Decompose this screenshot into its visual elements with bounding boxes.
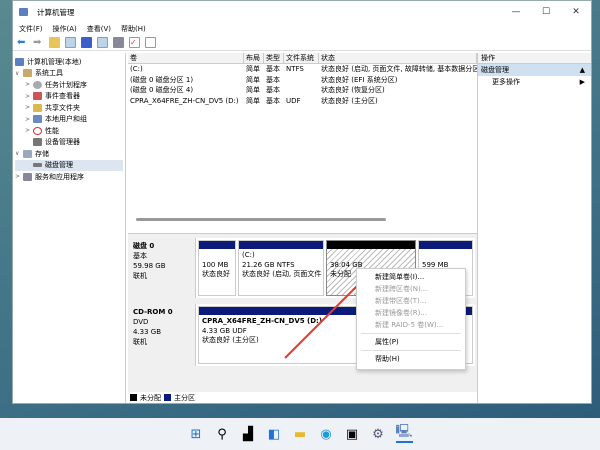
menu-new-raid5-volume: 新建 RAID-5 卷(W)...: [375, 321, 444, 329]
menu-new-spanned-volume: 新建跨区卷(N)...: [375, 285, 428, 293]
taskbar: ⊞ ⚲ ▟ ◧ ▬ ◉ ▣ ⚙ 🖳: [0, 418, 600, 450]
arrow-line: [284, 277, 366, 359]
menu-separator: [361, 350, 461, 351]
store-icon[interactable]: ▣: [344, 426, 361, 443]
menu-properties[interactable]: 属性(P): [357, 336, 465, 348]
edge-icon[interactable]: ◉: [318, 426, 335, 443]
settings-icon[interactable]: ⚙: [370, 426, 387, 443]
start-icon[interactable]: ⊞: [188, 426, 205, 443]
task-view-icon[interactable]: ▟: [240, 426, 257, 443]
widgets-icon[interactable]: ◧: [266, 426, 283, 443]
computer-management-icon[interactable]: 🖳: [395, 424, 413, 443]
context-menu: 新建简单卷(I)... 新建跨区卷(N)... 新建带区卷(T)... 新建镜像…: [356, 268, 466, 370]
menu-new-simple-volume[interactable]: 新建简单卷(I)...: [357, 271, 465, 283]
menu-help[interactable]: 帮助(H): [357, 353, 465, 365]
menu-new-mirrored-volume: 新建镜像卷(R)...: [375, 309, 428, 317]
menu-separator: [361, 333, 461, 334]
annotation-arrow: [284, 271, 372, 359]
menu-new-striped-volume: 新建带区卷(T)...: [375, 297, 427, 305]
search-icon[interactable]: ⚲: [214, 426, 231, 443]
file-explorer-icon[interactable]: ▬: [292, 426, 309, 443]
